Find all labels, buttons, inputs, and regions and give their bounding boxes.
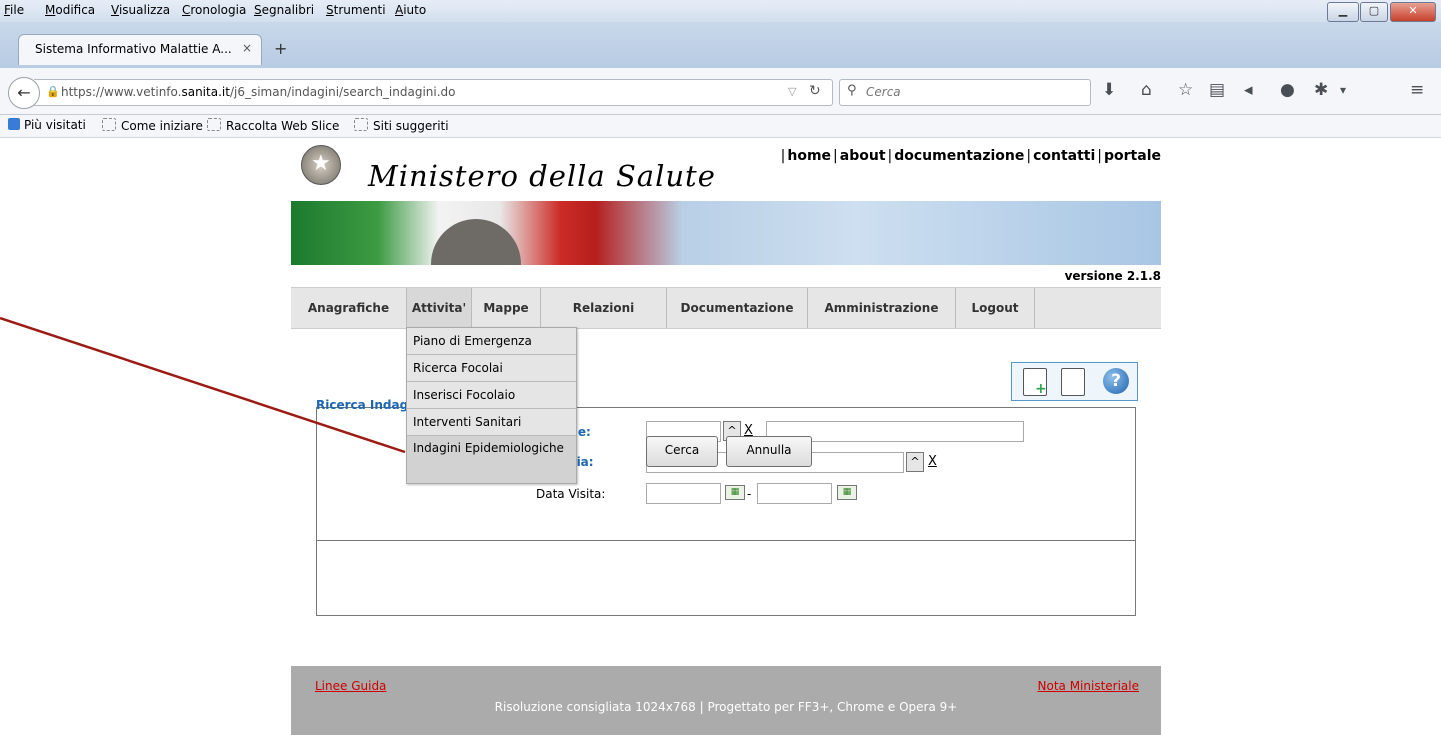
annotation-arrow-line [0, 316, 406, 454]
annotation-line [0, 316, 406, 454]
